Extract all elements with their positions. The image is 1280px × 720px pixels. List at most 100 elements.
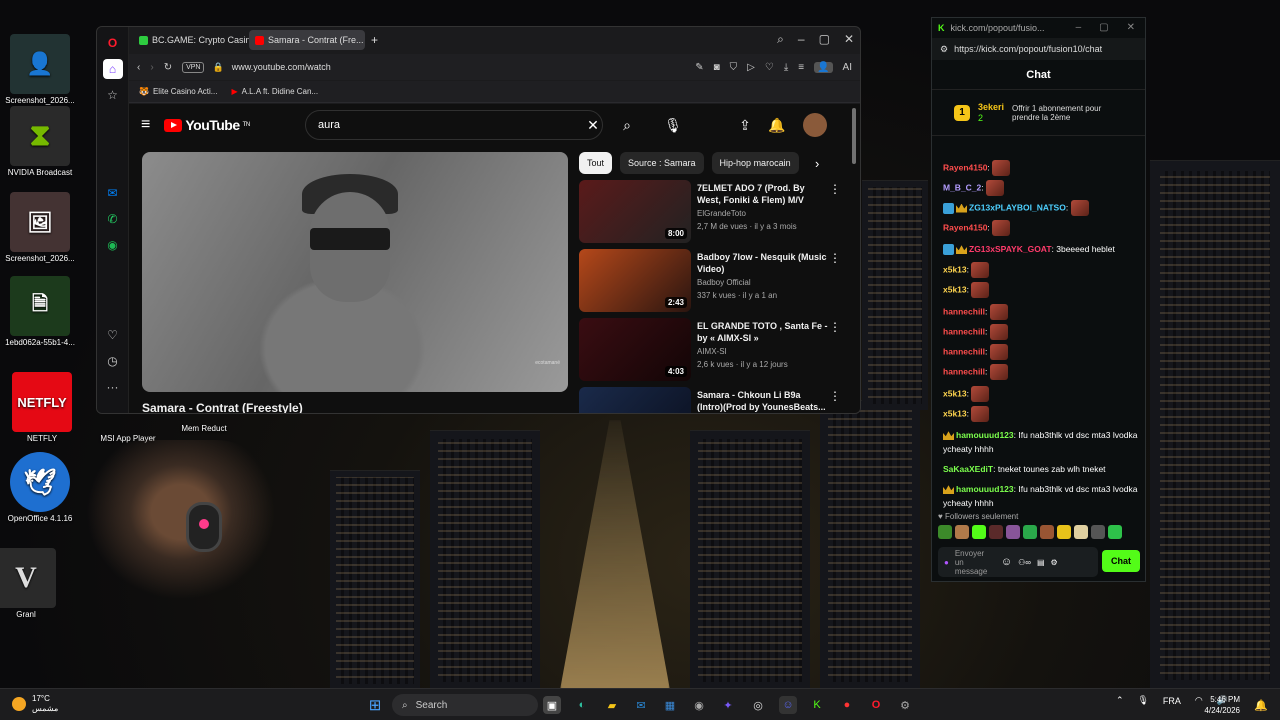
hamburger-menu-icon[interactable]: ≡ <box>141 116 150 134</box>
new-tab-button[interactable]: + <box>365 30 384 50</box>
vpn-badge[interactable]: VPN <box>182 61 205 73</box>
more-options-icon[interactable]: ⋮ <box>829 251 841 265</box>
microphone-icon[interactable]: 🎙 <box>1137 695 1148 706</box>
chat-username[interactable]: x5k13 <box>943 284 967 294</box>
chat-username[interactable]: hamouuud123 <box>956 484 1014 494</box>
clock[interactable]: 5:46 PM 4/24/2026 <box>1204 694 1240 716</box>
kick-icon[interactable]: K <box>808 696 826 714</box>
chip-hiphop[interactable]: Hip-hop marocain <box>711 152 799 174</box>
profile-icon[interactable]: 👤 <box>814 61 833 73</box>
clear-search-icon[interactable]: ✕ <box>581 113 605 137</box>
back-icon[interactable]: ‹ <box>137 62 140 73</box>
chat-message[interactable]: x5k13: <box>943 406 1139 422</box>
tab-bcgame[interactable]: BC.GAME: Crypto Casino ... <box>133 30 249 50</box>
recommendation-item[interactable]: Samara - Chkoun Li B9a (Intro)(Prod by Y… <box>579 387 849 413</box>
emote-icon[interactable] <box>1040 525 1054 539</box>
more-options-icon[interactable]: ⋮ <box>829 320 841 334</box>
chat-message[interactable]: hannechill: <box>943 344 1139 360</box>
more-options-icon[interactable]: ⋮ <box>829 389 841 403</box>
youtube-search-input[interactable]: aura <box>305 110 603 140</box>
store-icon[interactable]: ▦ <box>661 696 679 714</box>
chips-next-icon[interactable]: › <box>815 156 819 171</box>
emote-icon[interactable] <box>972 525 986 539</box>
emote-icon[interactable] <box>1006 525 1020 539</box>
close-button[interactable]: ✕ <box>844 32 854 47</box>
settings-icon[interactable]: ⚙ <box>896 696 914 714</box>
desktop-icon-nvidia-broadcast[interactable]: ⧗ NVIDIA Broadcast <box>0 106 80 177</box>
recommendation-item[interactable]: 4:03 EL GRANDE TOTO , Santa Fe - by « AI… <box>579 318 849 382</box>
chat-username[interactable]: x5k13 <box>943 388 967 398</box>
video-player[interactable]: ecotamané <box>142 152 568 392</box>
chat-username[interactable]: Rayen4150 <box>943 162 987 172</box>
opera-icon[interactable]: O <box>867 696 885 714</box>
file-explorer-icon[interactable]: ▰ <box>603 696 621 714</box>
gift-icon[interactable]: ⚇∞ <box>1018 558 1031 567</box>
recommendation-item[interactable]: 2:43 Badboy 7low - Nesquik (Music Video)… <box>579 249 849 313</box>
more-options-icon[interactable]: ⋮ <box>829 182 841 196</box>
chat-message[interactable]: x5k13: <box>943 282 1139 298</box>
bookmark-elite-casino[interactable]: 🐯 Elite Casino Acti... <box>139 87 217 96</box>
edit-icon[interactable]: ✎ <box>695 62 703 73</box>
play-icon[interactable]: ▷ <box>747 62 755 73</box>
ai-button[interactable]: AI <box>843 62 852 73</box>
shield-icon[interactable]: ⛉ <box>730 62 738 73</box>
chat-username[interactable]: hamouuud123 <box>956 430 1014 440</box>
chat-input[interactable]: ● Envoyer un message ☺ ⚇∞ ▤ ⚙ <box>938 547 1098 577</box>
chat-message[interactable]: hannechill: <box>943 364 1139 380</box>
language-indicator[interactable]: FRA <box>1163 696 1181 706</box>
weather-widget[interactable]: 17°C مشمس <box>12 694 58 714</box>
chevron-up-icon[interactable]: ⌃ <box>1116 695 1124 706</box>
spotify-icon[interactable]: ◉ <box>103 235 123 255</box>
chat-username[interactable]: ZG13xSPAYK_GOAT <box>969 244 1052 254</box>
kick-address-bar[interactable]: ⚙ https://kick.com/popout/fusion10/chat <box>932 38 1145 60</box>
chat-username[interactable]: M_B_C_2 <box>943 182 981 192</box>
store-icon[interactable]: ▤ <box>1037 558 1045 567</box>
chat-message[interactable]: SaKaaXEdiT: tneket tounes zab wlh tneket <box>943 462 1139 476</box>
recommendation-item[interactable]: 8:00 7ELMET ADO 7 (Prod. By West, Foniki… <box>579 180 849 244</box>
search-icon[interactable]: ⌕ <box>615 113 639 137</box>
upload-icon[interactable]: ⇪ <box>733 113 757 137</box>
chat-username[interactable]: hannechill <box>943 366 985 376</box>
history-icon[interactable]: ◷ <box>103 351 123 371</box>
chat-message[interactable]: x5k13: <box>943 262 1139 278</box>
chat-message[interactable]: ZG13xPLAYBOI_NATSO: <box>943 200 1139 216</box>
emote-icon[interactable] <box>1074 525 1088 539</box>
chat-message[interactable]: Rayen4150: <box>943 160 1139 176</box>
maximize-button[interactable]: ▢ <box>819 32 830 47</box>
minimize-button[interactable]: – <box>798 32 805 47</box>
chat-message[interactable]: hamouuud123: Ifu nab3thlk vd dsc mta3 lv… <box>943 428 1139 456</box>
tab-youtube[interactable]: Samara - Contrat (Fre... <box>249 30 365 50</box>
more-icon[interactable]: ··· <box>103 377 123 397</box>
url-text[interactable]: www.youtube.com/watch <box>232 62 331 72</box>
chat-username[interactable]: Rayen4150 <box>943 222 987 232</box>
chat-message[interactable]: hannechill: <box>943 304 1139 320</box>
opera-logo-icon[interactable]: O <box>103 33 123 53</box>
chat-username[interactable]: x5k13 <box>943 408 967 418</box>
avatar[interactable] <box>803 113 827 137</box>
chat-message[interactable]: hannechill: <box>943 324 1139 340</box>
emote-icon[interactable] <box>989 525 1003 539</box>
pinned-gift-banner[interactable]: 1 3ekeri 2 Offrir 1 abonnement pour pren… <box>932 90 1145 136</box>
chat-username[interactable]: hannechill <box>943 306 985 316</box>
desktop-icon-gta[interactable]: V Granl <box>0 548 66 619</box>
maximize-button[interactable]: ▢ <box>1099 22 1108 33</box>
chat-message[interactable]: ZG13xSPAYK_GOAT: 3beeeed heblet <box>943 242 1139 256</box>
kick-url[interactable]: https://kick.com/popout/fusion10/chat <box>954 44 1102 54</box>
whatsapp-icon[interactable]: ✆ <box>103 209 123 229</box>
home-icon[interactable]: ⌂ <box>102 59 123 79</box>
chat-username[interactable]: hannechill <box>943 346 985 356</box>
microphone-icon[interactable]: ● <box>944 558 949 567</box>
taskbar-search[interactable]: ⌕ Search <box>392 694 538 716</box>
notifications-icon[interactable]: 🔔 <box>765 113 789 137</box>
settings-icon[interactable]: ⚙ <box>1051 558 1058 567</box>
desktop-icon-screenshot[interactable]: 👤 Screenshot_2026... <box>0 34 80 105</box>
emote-icon[interactable] <box>955 525 969 539</box>
discord-icon[interactable]: ☺ <box>779 696 797 714</box>
game-icon[interactable]: ● <box>838 696 856 714</box>
reload-icon[interactable]: ↻ <box>164 62 172 73</box>
outlook-icon[interactable]: ✉ <box>632 696 650 714</box>
chip-all[interactable]: Tout <box>579 152 613 174</box>
forward-icon[interactable]: › <box>150 62 153 73</box>
emote-icon[interactable] <box>1108 525 1122 539</box>
chat-username[interactable]: hannechill <box>943 326 985 336</box>
